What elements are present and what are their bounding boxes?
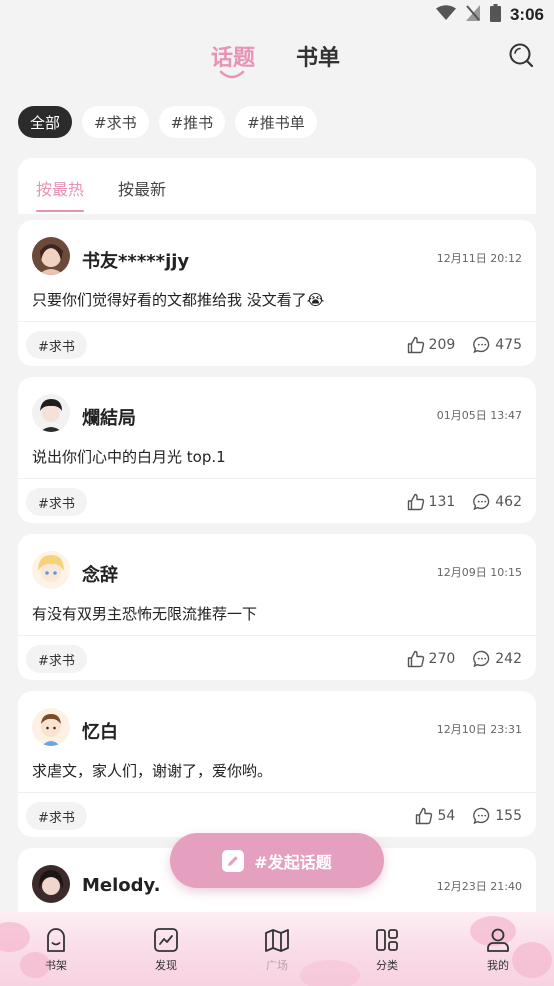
nav-label: 书架 bbox=[45, 959, 67, 972]
post-card[interactable]: 念辞 12月09日 10:15 有没有双男主恐怖无限流推荐一下 #求书 270 … bbox=[18, 534, 536, 680]
nav-square[interactable]: 广场 bbox=[247, 926, 307, 973]
filter-chips: 全部 #求书 #推书 #推书单 bbox=[18, 106, 317, 138]
active-tab-indicator bbox=[219, 70, 245, 79]
post-text[interactable]: 有没有双男主恐怖无限流推荐一下 bbox=[32, 603, 257, 624]
create-topic-button[interactable]: #发起话题 bbox=[170, 833, 384, 888]
post-username[interactable]: Melody. bbox=[82, 875, 160, 896]
like-button[interactable]: 209 bbox=[407, 336, 456, 354]
map-icon bbox=[247, 926, 307, 954]
avatar[interactable] bbox=[32, 237, 70, 275]
bottom-nav: 书架 发现 广场 分类 我的 bbox=[0, 912, 554, 986]
post-tag[interactable]: #求书 bbox=[26, 645, 87, 673]
like-count: 54 bbox=[437, 808, 456, 824]
like-count: 209 bbox=[428, 337, 456, 353]
status-time: 3:06 bbox=[509, 5, 544, 24]
sort-tab-new[interactable]: 按最新 bbox=[118, 176, 166, 200]
tab-booklists[interactable]: 书单 bbox=[296, 40, 340, 72]
divider bbox=[18, 635, 536, 636]
post-time: 12月23日 21:40 bbox=[436, 880, 522, 893]
create-topic-label: #发起话题 bbox=[254, 852, 332, 872]
avatar[interactable] bbox=[32, 551, 70, 589]
sort-tab-hot[interactable]: 按最热 bbox=[36, 176, 84, 200]
divider bbox=[18, 321, 536, 322]
thumbs-up-icon bbox=[407, 336, 424, 354]
comment-count: 242 bbox=[495, 651, 522, 667]
comment-button[interactable]: 475 bbox=[473, 336, 522, 354]
post-stats: 270 242 bbox=[389, 645, 522, 673]
post-card[interactable]: 爛結局 01月05日 13:47 说出你们心中的白月光 top.1 #求书 13… bbox=[18, 377, 536, 523]
tab-topics[interactable]: 话题 bbox=[211, 40, 255, 72]
sort-tab-underline bbox=[36, 210, 84, 212]
post-username[interactable]: 忆白 bbox=[82, 718, 118, 744]
post-stats: 54 155 bbox=[397, 802, 522, 830]
nav-label: 我的 bbox=[487, 959, 509, 972]
thumbs-up-icon bbox=[407, 493, 424, 511]
nav-label: 发现 bbox=[155, 959, 177, 972]
profile-icon bbox=[468, 926, 528, 954]
comment-icon bbox=[473, 807, 490, 825]
nav-label: 广场 bbox=[266, 959, 288, 972]
avatar[interactable] bbox=[32, 708, 70, 746]
nav-bookshelf[interactable]: 书架 bbox=[26, 926, 86, 973]
post-text[interactable]: 只要你们觉得好看的文都推给我 没文看了😭 bbox=[32, 289, 324, 310]
chip-request-book[interactable]: #求书 bbox=[82, 106, 149, 138]
comment-icon bbox=[473, 650, 490, 668]
post-tag[interactable]: #求书 bbox=[26, 802, 87, 830]
post-tag[interactable]: #求书 bbox=[26, 331, 87, 359]
comment-button[interactable]: 155 bbox=[473, 807, 522, 825]
battery-icon bbox=[489, 4, 501, 26]
like-count: 270 bbox=[428, 651, 456, 667]
post-stats: 209 475 bbox=[389, 331, 522, 359]
signal-off-icon bbox=[465, 4, 481, 26]
chip-recommend-book[interactable]: #推书 bbox=[158, 106, 226, 138]
avatar[interactable] bbox=[32, 394, 70, 432]
post-tag[interactable]: #求书 bbox=[26, 488, 87, 516]
divider bbox=[18, 478, 536, 479]
comment-button[interactable]: 242 bbox=[473, 650, 522, 668]
edit-icon bbox=[222, 849, 245, 872]
comment-button[interactable]: 462 bbox=[473, 493, 522, 511]
chip-all[interactable]: 全部 bbox=[18, 106, 73, 138]
thumbs-up-icon bbox=[416, 807, 433, 825]
post-time: 12月11日 20:12 bbox=[436, 252, 522, 265]
post-stats: 131 462 bbox=[389, 488, 522, 516]
nav-label: 分类 bbox=[376, 959, 398, 972]
post-time: 01月05日 13:47 bbox=[436, 409, 522, 422]
post-card[interactable]: 忆白 12月10日 23:31 求虐文，家人们，谢谢了，爱你哟。 #求书 54 … bbox=[18, 691, 536, 837]
header: 话题 书单 bbox=[0, 30, 554, 90]
post-text[interactable]: 求虐文，家人们，谢谢了，爱你哟。 bbox=[32, 760, 272, 781]
category-icon bbox=[357, 926, 417, 954]
like-button[interactable]: 270 bbox=[407, 650, 456, 668]
status-icons: 3:06 bbox=[435, 4, 544, 26]
comment-count: 462 bbox=[495, 494, 522, 510]
post-text[interactable]: 说出你们心中的白月光 top.1 bbox=[32, 446, 226, 467]
blossom-decoration bbox=[300, 960, 360, 986]
thumbs-up-icon bbox=[407, 650, 424, 668]
search-icon[interactable] bbox=[508, 42, 534, 68]
status-bar: 3:06 bbox=[0, 0, 554, 30]
post-card[interactable]: 书友*****jjy 12月11日 20:12 只要你们觉得好看的文都推给我 没… bbox=[18, 220, 536, 366]
post-username[interactable]: 念辞 bbox=[82, 561, 118, 587]
nav-profile[interactable]: 我的 bbox=[468, 926, 528, 973]
post-username[interactable]: 书友*****jjy bbox=[82, 247, 189, 273]
comment-icon bbox=[473, 336, 490, 354]
like-count: 131 bbox=[428, 494, 456, 510]
wifi-icon bbox=[435, 5, 456, 25]
comment-count: 155 bbox=[495, 808, 522, 824]
like-button[interactable]: 131 bbox=[407, 493, 456, 511]
nav-category[interactable]: 分类 bbox=[357, 926, 417, 973]
divider bbox=[18, 792, 536, 793]
post-time: 12月09日 10:15 bbox=[436, 566, 522, 579]
like-button[interactable]: 54 bbox=[415, 807, 455, 825]
nav-discover[interactable]: 发现 bbox=[136, 926, 196, 973]
post-time: 12月10日 23:31 bbox=[436, 723, 522, 736]
comment-icon bbox=[473, 493, 490, 511]
avatar[interactable] bbox=[32, 865, 70, 903]
post-username[interactable]: 爛結局 bbox=[82, 404, 136, 430]
sort-tabs: 按最热 按最新 bbox=[18, 158, 536, 214]
comment-count: 475 bbox=[495, 337, 522, 353]
chip-recommend-list[interactable]: #推书单 bbox=[235, 106, 317, 138]
trend-icon bbox=[136, 926, 196, 954]
bookshelf-icon bbox=[26, 926, 86, 954]
